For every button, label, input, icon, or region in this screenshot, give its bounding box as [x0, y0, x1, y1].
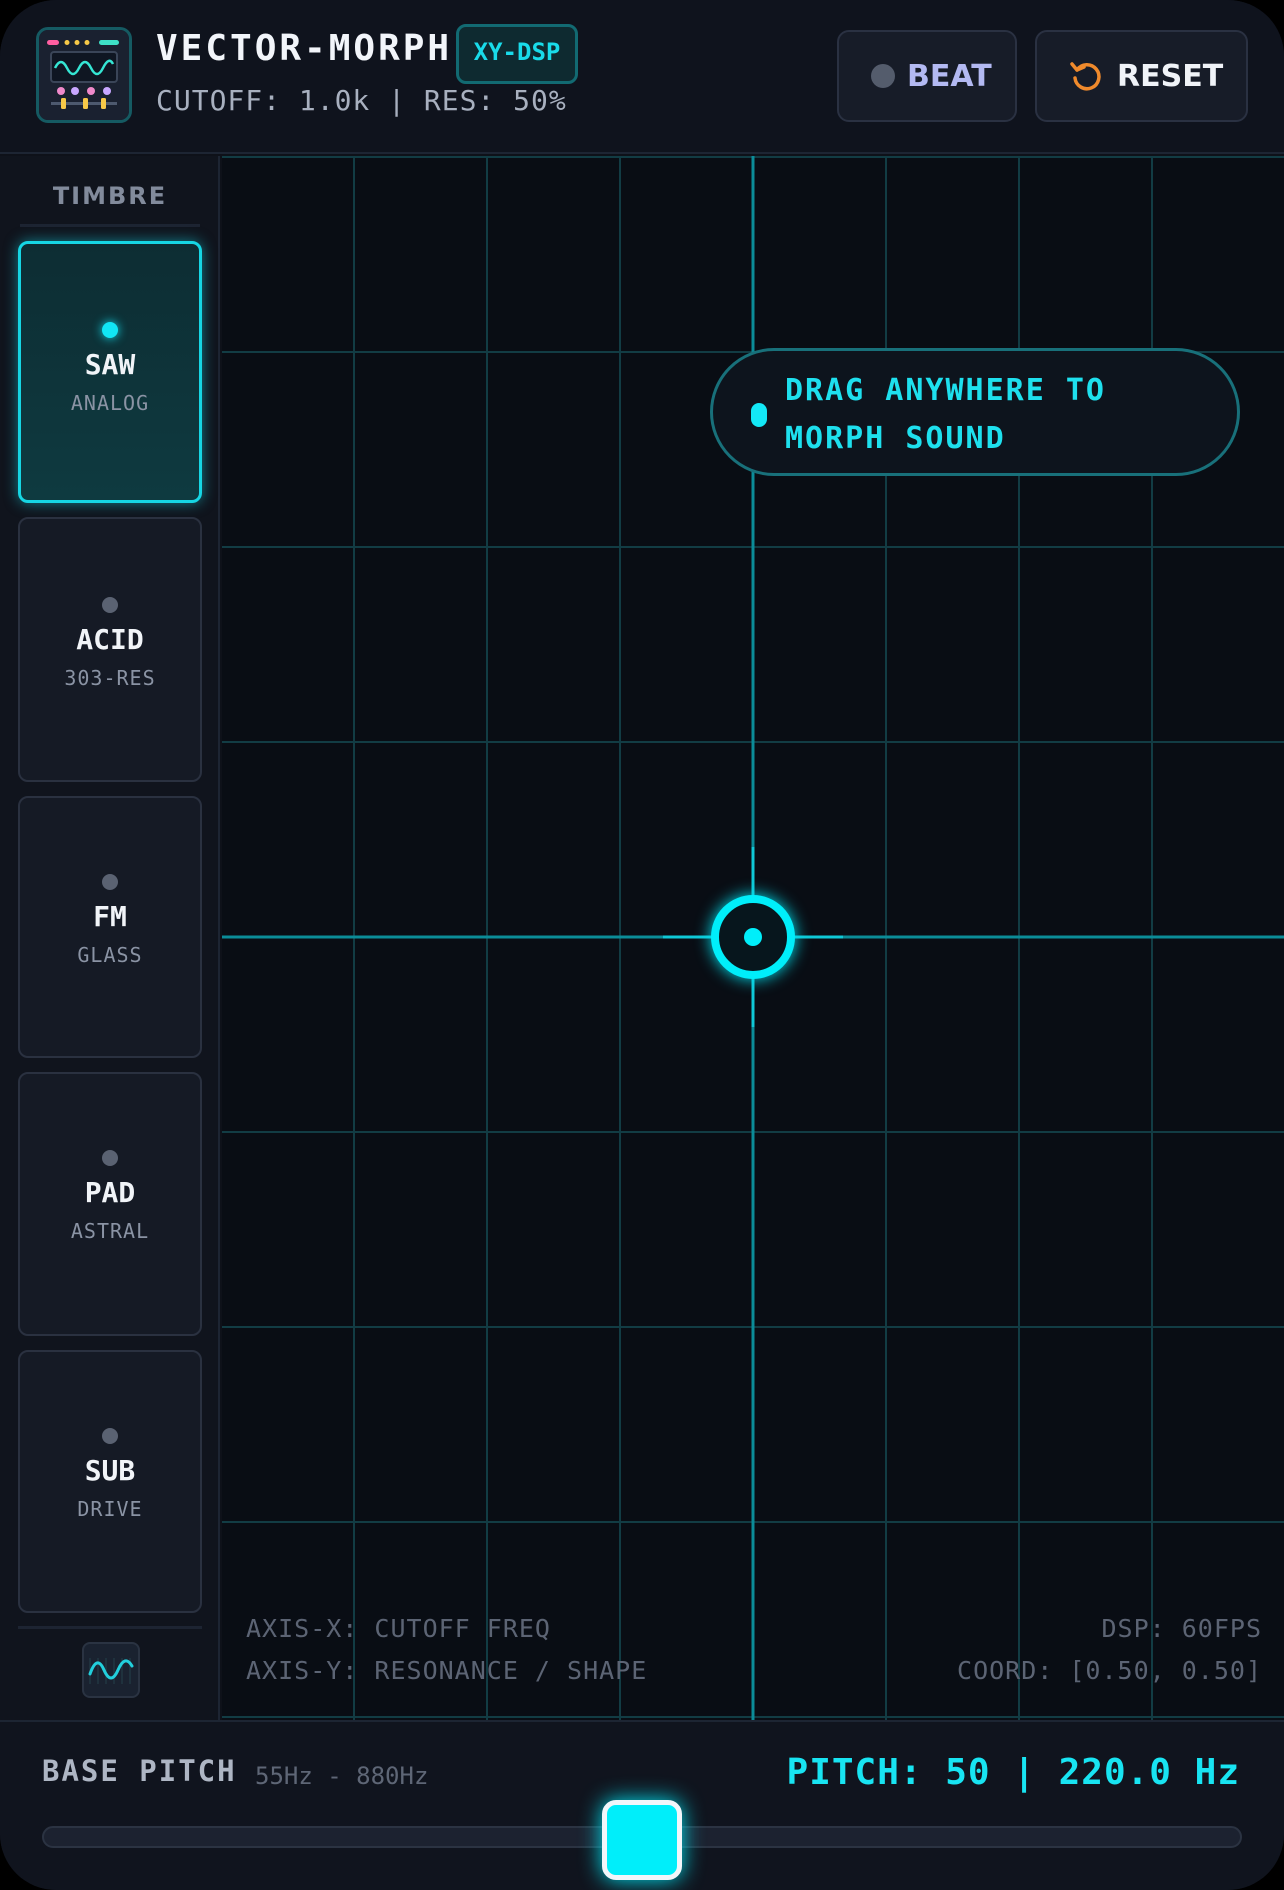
- dsp-rate-label: DSP: 60FPS: [1101, 1614, 1262, 1643]
- pitch-panel: BASE PITCH 55Hz - 880Hz PITCH: 50 | 220.…: [0, 1720, 1284, 1890]
- drag-hint-pill: DRAG ANYWHERE TO MORPH SOUND: [710, 348, 1240, 476]
- timbre-name: FM: [93, 900, 127, 933]
- timbre-subtitle: ANALOG: [70, 391, 150, 415]
- hint-dot-icon: [751, 403, 767, 427]
- timbre-name: ACID: [76, 623, 144, 656]
- beat-dot-icon: [871, 64, 895, 88]
- waveform-button[interactable]: [82, 1642, 140, 1698]
- reset-label: RESET: [1117, 58, 1224, 94]
- vector-morph-app: VECTOR-MORPH XY-DSP CUTOFF: 1.0k | RES: …: [0, 0, 1284, 1890]
- timbre-saw-button[interactable]: SAW ANALOG: [18, 241, 202, 503]
- pitch-range: 55Hz - 880Hz: [255, 1762, 429, 1790]
- coord-readout: COORD: [0.50, 0.50]: [957, 1656, 1262, 1685]
- sidebar-title: TIMBRE: [52, 182, 168, 210]
- app-title: VECTOR-MORPH: [156, 28, 453, 69]
- indicator-dot: [102, 597, 118, 613]
- timbre-subtitle: ASTRAL: [70, 1219, 150, 1243]
- beat-button[interactable]: BEAT: [837, 30, 1017, 122]
- timbre-pad-button[interactable]: PAD ASTRAL: [18, 1072, 202, 1336]
- axis-x-label: AXIS-X: CUTOFF FREQ: [246, 1614, 551, 1643]
- xy-morph-pad[interactable]: DRAG ANYWHERE TO MORPH SOUND AXIS-X: CUT…: [222, 156, 1284, 1720]
- sine-wave-icon: [88, 1658, 134, 1684]
- timbre-subtitle: DRIVE: [77, 1497, 143, 1521]
- timbre-sub-button[interactable]: SUB DRIVE: [18, 1350, 202, 1613]
- timbre-name: SAW: [84, 348, 136, 381]
- timbre-fm-button[interactable]: FM GLASS: [18, 796, 202, 1058]
- timbre-subtitle: GLASS: [77, 943, 143, 967]
- synth-panel-icon: [36, 27, 132, 123]
- pitch-readout: PITCH: 50 | 220.0 Hz: [786, 1752, 1240, 1793]
- filter-status: CUTOFF: 1.0k | RES: 50%: [156, 84, 567, 117]
- pitch-slider-thumb[interactable]: [602, 1800, 682, 1880]
- mode-badge: XY-DSP: [456, 24, 578, 84]
- drag-hint-text: DRAG ANYWHERE TO MORPH SOUND: [785, 373, 1106, 456]
- reset-arrow-icon: [1070, 62, 1101, 91]
- indicator-dot: [102, 1150, 118, 1166]
- crosshair-icon[interactable]: [653, 837, 853, 1037]
- axis-y-label: AXIS-Y: RESONANCE / SHAPE: [246, 1656, 648, 1685]
- beat-label: BEAT: [907, 58, 992, 94]
- indicator-dot: [102, 1428, 118, 1444]
- sidebar-divider: [18, 1626, 202, 1629]
- active-indicator-dot: [102, 322, 118, 338]
- timbre-subtitle: 303-RES: [64, 666, 156, 690]
- timbre-name: PAD: [84, 1176, 136, 1209]
- timbre-name: SUB: [84, 1454, 136, 1487]
- app-header: VECTOR-MORPH XY-DSP CUTOFF: 1.0k | RES: …: [0, 0, 1284, 154]
- timbre-sidebar: TIMBRE SAW ANALOG ACID 303-RES FM GLASS …: [0, 156, 220, 1720]
- reset-button[interactable]: RESET: [1035, 30, 1248, 122]
- pitch-label: BASE PITCH: [42, 1754, 237, 1788]
- indicator-dot: [102, 874, 118, 890]
- timbre-acid-button[interactable]: ACID 303-RES: [18, 517, 202, 782]
- sidebar-divider: [20, 224, 200, 227]
